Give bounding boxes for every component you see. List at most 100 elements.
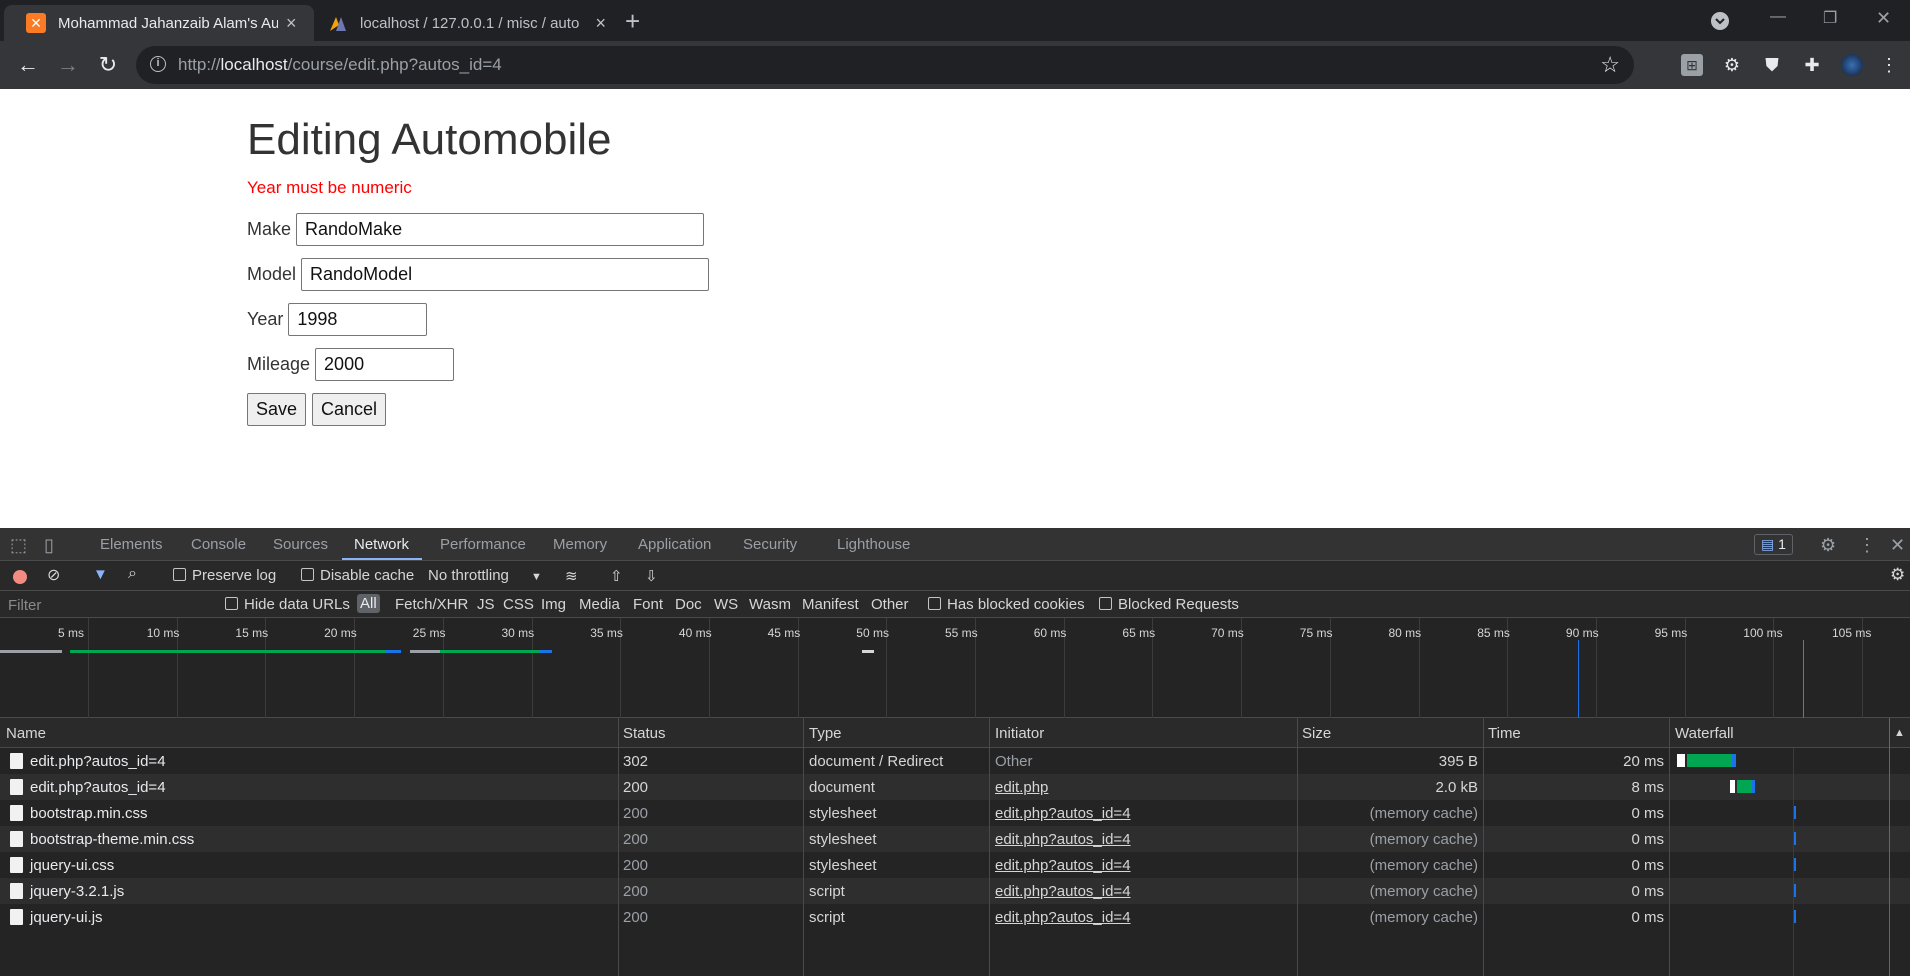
throttling-select[interactable]: No throttling ▼ <box>428 567 542 584</box>
tab-application[interactable]: Application <box>638 536 711 553</box>
device-toolbar-icon[interactable]: ▯ <box>44 535 54 556</box>
restore-icon[interactable]: ❐ <box>1823 8 1837 28</box>
column-name[interactable]: Name <box>6 725 46 742</box>
has-blocked-cookies-checkbox[interactable]: Has blocked cookies <box>928 596 1085 613</box>
waterfall-bar <box>1677 754 1685 767</box>
hide-data-urls-checkbox[interactable]: Hide data URLs <box>225 596 350 613</box>
column-initiator[interactable]: Initiator <box>995 725 1044 742</box>
import-har-icon[interactable]: ⇧ <box>610 567 623 585</box>
issues-badge[interactable]: ▤ 1 <box>1754 534 1793 555</box>
browser-tab[interactable]: localhost / 127.0.0.1 / misc / auto × <box>306 5 606 41</box>
minimize-icon[interactable]: — <box>1770 8 1786 26</box>
profile-avatar[interactable] <box>1841 54 1863 76</box>
filter-font[interactable]: Font <box>633 596 663 613</box>
browser-tab-active[interactable]: ✕ Mohammad Jahanzaib Alam's Au × <box>4 5 314 41</box>
request-name[interactable]: edit.php?autos_id=4 <box>30 779 166 796</box>
year-input[interactable] <box>288 303 428 336</box>
network-conditions-icon[interactable]: ≋ <box>565 567 578 585</box>
extension-icon[interactable]: ⊞ <box>1681 54 1703 76</box>
filter-media[interactable]: Media <box>579 596 620 613</box>
clear-icon[interactable]: ⊘ <box>47 565 60 585</box>
tab-security[interactable]: Security <box>743 536 797 553</box>
column-type[interactable]: Type <box>809 725 842 742</box>
make-input[interactable] <box>296 213 705 246</box>
close-tab-icon[interactable]: × <box>286 13 297 34</box>
request-initiator[interactable]: edit.php <box>995 779 1048 796</box>
inspect-element-icon[interactable]: ⬚ <box>10 535 27 556</box>
reload-icon[interactable]: ↻ <box>94 51 122 79</box>
bookmark-star-icon[interactable]: ☆ <box>1600 52 1620 78</box>
filter-doc[interactable]: Doc <box>675 596 702 613</box>
filter-fetch-xhr[interactable]: Fetch/XHR <box>395 596 468 613</box>
table-row[interactable]: jquery-ui.css 200 stylesheet edit.php?autos… <box>0 852 1910 878</box>
table-row[interactable]: jquery-3.2.1.js 200 script edit.php?autos_i… <box>0 878 1910 904</box>
cancel-button[interactable]: Cancel <box>312 393 387 426</box>
column-waterfall[interactable]: Waterfall <box>1675 725 1734 742</box>
address-url[interactable]: http://localhost/course/edit.php?autos_i… <box>178 55 502 75</box>
request-initiator[interactable]: edit.php?autos_id=4 <box>995 857 1131 874</box>
table-row[interactable]: edit.php?autos_id=4 200 document edit.php 2.… <box>0 774 1910 800</box>
request-initiator[interactable]: edit.php?autos_id=4 <box>995 883 1131 900</box>
site-info-icon[interactable]: i <box>150 56 166 72</box>
filter-js[interactable]: JS <box>477 596 495 613</box>
filter-input[interactable]: Filter <box>8 597 41 614</box>
filter-ws[interactable]: WS <box>714 596 738 613</box>
blocked-requests-checkbox[interactable]: Blocked Requests <box>1099 596 1239 613</box>
tab-search-icon[interactable] <box>1710 11 1730 31</box>
filter-css[interactable]: CSS <box>503 596 534 613</box>
back-icon[interactable]: ← <box>14 51 42 79</box>
request-initiator[interactable]: edit.php?autos_id=4 <box>995 831 1131 848</box>
column-time[interactable]: Time <box>1488 725 1521 742</box>
tab-lighthouse[interactable]: Lighthouse <box>837 536 910 553</box>
mileage-input[interactable] <box>315 348 455 381</box>
search-icon[interactable]: ⌕ <box>128 565 137 583</box>
filter-funnel-icon[interactable]: ▼ <box>93 566 108 583</box>
table-row[interactable]: edit.php?autos_id=4 302 document / Redirec… <box>0 748 1910 774</box>
tab-console[interactable]: Console <box>191 536 246 553</box>
request-name[interactable]: bootstrap.min.css <box>30 805 148 822</box>
column-size[interactable]: Size <box>1302 725 1331 742</box>
waterfall-gridline <box>1793 748 1794 976</box>
tab-sources[interactable]: Sources <box>273 536 328 553</box>
filter-all[interactable]: All <box>357 594 380 613</box>
column-status[interactable]: Status <box>623 725 666 742</box>
request-name[interactable]: bootstrap-theme.min.css <box>30 831 194 848</box>
tab-elements[interactable]: Elements <box>100 536 163 553</box>
extension-gear-icon[interactable]: ⚙ <box>1721 54 1743 76</box>
devtools-menu-icon[interactable]: ⋮ <box>1858 535 1876 556</box>
table-row[interactable]: bootstrap.min.css 200 stylesheet edit.php?a… <box>0 800 1910 826</box>
table-row[interactable]: jquery-ui.js 200 script edit.php?autos_id=4… <box>0 904 1910 930</box>
disable-cache-checkbox[interactable]: Disable cache <box>301 567 414 584</box>
model-input[interactable] <box>301 258 710 291</box>
tab-performance[interactable]: Performance <box>440 536 526 553</box>
tab-memory[interactable]: Memory <box>553 536 607 553</box>
close-devtools-icon[interactable]: ✕ <box>1890 535 1905 556</box>
request-name[interactable]: jquery-ui.css <box>30 857 114 874</box>
tab-network[interactable]: Network <box>354 536 409 553</box>
export-har-icon[interactable]: ⇩ <box>645 567 658 585</box>
window-close-icon[interactable]: ✕ <box>1876 8 1891 29</box>
network-settings-icon[interactable]: ⚙ <box>1890 565 1905 585</box>
request-name[interactable]: edit.php?autos_id=4 <box>30 753 166 770</box>
address-bar[interactable]: i http://localhost/course/edit.php?autos… <box>136 46 1634 84</box>
filter-img[interactable]: Img <box>541 596 566 613</box>
filter-other[interactable]: Other <box>871 596 909 613</box>
settings-gear-icon[interactable]: ⚙ <box>1820 535 1836 556</box>
preserve-log-checkbox[interactable]: Preserve log <box>173 567 276 584</box>
request-initiator[interactable]: edit.php?autos_id=4 <box>995 805 1131 822</box>
record-icon[interactable] <box>13 570 27 584</box>
request-name[interactable]: jquery-3.2.1.js <box>30 883 124 900</box>
sort-ascending-icon[interactable]: ▲ <box>1894 727 1905 739</box>
save-button[interactable]: Save <box>247 393 307 426</box>
new-tab-button[interactable]: + <box>625 8 640 34</box>
table-row[interactable]: bootstrap-theme.min.css 200 stylesheet edit… <box>0 826 1910 852</box>
extensions-puzzle-icon[interactable]: ✚ <box>1801 54 1823 76</box>
close-tab-icon[interactable]: × <box>595 13 606 34</box>
filter-wasm[interactable]: Wasm <box>749 596 791 613</box>
request-name[interactable]: jquery-ui.js <box>30 909 103 926</box>
forward-icon[interactable]: → <box>54 51 82 79</box>
browser-menu-icon[interactable]: ⋮ <box>1878 54 1900 76</box>
filter-manifest[interactable]: Manifest <box>802 596 859 613</box>
extension-shield-icon[interactable]: ⛊ <box>1761 54 1783 76</box>
request-initiator[interactable]: edit.php?autos_id=4 <box>995 909 1131 926</box>
